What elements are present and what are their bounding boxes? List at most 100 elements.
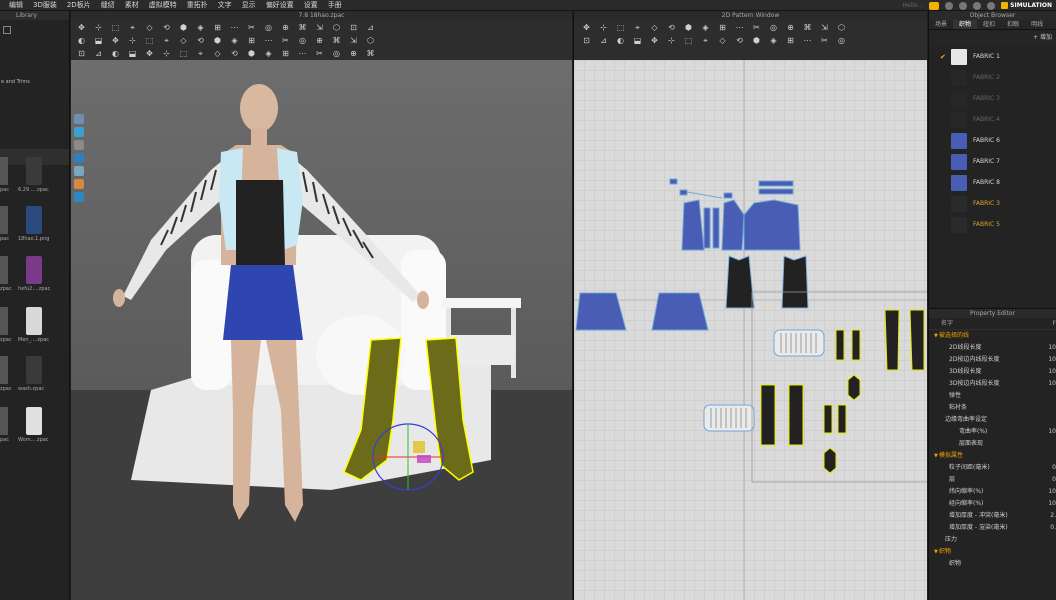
- texture-display-tool[interactable]: [74, 140, 84, 150]
- property-row[interactable]: 2D线段长度 10: [929, 342, 1056, 354]
- fabric-swatch[interactable]: [951, 132, 967, 149]
- pattern-piece[interactable]: [712, 207, 720, 249]
- user-icon[interactable]: [959, 1, 968, 10]
- property-value[interactable]: 2.: [1050, 510, 1056, 522]
- library-item-caption[interactable]: Wom....zpac: [18, 437, 49, 443]
- toolbar-tool[interactable]: ◎: [769, 23, 778, 32]
- library-item-caption[interactable]: pac: [0, 236, 9, 242]
- property-section[interactable]: ▼ 织物: [929, 546, 1056, 558]
- menu-item[interactable]: 文字: [213, 0, 237, 11]
- settings-icon[interactable]: [987, 1, 996, 10]
- property-value[interactable]: 10: [1048, 342, 1056, 354]
- property-row[interactable]: 纬向缩率(%) 10: [929, 486, 1056, 498]
- toolbar-tool[interactable]: ⋯: [230, 23, 239, 32]
- fabric-item[interactable]: FABRIC 7: [929, 151, 1056, 172]
- toolbar-tool[interactable]: ◐: [616, 36, 625, 45]
- toolbar-tool[interactable]: ⬢: [684, 23, 693, 32]
- pattern-piece[interactable]: [743, 199, 801, 251]
- library-item-thumbnail[interactable]: [26, 157, 42, 185]
- toolbar-tool[interactable]: ⬢: [752, 36, 761, 45]
- pattern-piece[interactable]: [909, 309, 925, 371]
- pattern-piece[interactable]: [681, 199, 705, 251]
- property-row[interactable]: 压力: [929, 534, 1056, 546]
- toolbar-tool[interactable]: ⊞: [786, 36, 795, 45]
- fabric-item[interactable]: FABRIC 6: [929, 130, 1056, 151]
- menu-item[interactable]: 显示: [237, 0, 261, 11]
- toolbar-tool[interactable]: ⟲: [230, 49, 239, 58]
- skin-display-tool[interactable]: [74, 166, 84, 176]
- toolbar-tool[interactable]: ⊞: [213, 23, 222, 32]
- library-item-thumbnail[interactable]: [0, 407, 8, 435]
- fabric-swatch[interactable]: [951, 90, 967, 107]
- toolbar-tool[interactable]: ⊕: [349, 49, 358, 58]
- library-item-caption[interactable]: 6.29 ....zpac: [18, 187, 49, 193]
- avatar-display-tool[interactable]: [74, 114, 84, 124]
- library-item-thumbnail[interactable]: [26, 307, 42, 335]
- property-value[interactable]: 10: [1048, 498, 1056, 510]
- toolbar-tool[interactable]: ⬡: [366, 36, 375, 45]
- menu-item[interactable]: 重拓扑: [182, 0, 213, 11]
- menu-item[interactable]: 2D板片: [62, 0, 96, 11]
- toolbar-tool[interactable]: ⋯: [735, 23, 744, 32]
- property-value[interactable]: 10: [1048, 354, 1056, 366]
- pattern-piece[interactable]: [703, 207, 711, 249]
- toolbar-tool[interactable]: ⊹: [128, 36, 137, 45]
- property-value[interactable]: 10: [1048, 486, 1056, 498]
- toolbar-tool[interactable]: ⌖: [128, 23, 137, 32]
- toolbar-tool[interactable]: ◈: [769, 36, 778, 45]
- toolbar-tool[interactable]: ◇: [213, 49, 222, 58]
- fabric-swatch[interactable]: [951, 174, 967, 191]
- toolbar-tool[interactable]: ◇: [718, 36, 727, 45]
- fabric-item[interactable]: FABRIC 2: [929, 67, 1056, 88]
- toolbar-tool[interactable]: ⬓: [633, 36, 642, 45]
- library-item-thumbnail[interactable]: [0, 256, 8, 284]
- tab-topstitch[interactable]: 明线: [1025, 20, 1049, 29]
- property-value[interactable]: 0: [1052, 474, 1056, 486]
- toolbar-tool[interactable]: ◐: [77, 36, 86, 45]
- fabric-item[interactable]: FABRIC 3: [929, 193, 1056, 214]
- toolbar-tool[interactable]: ⊡: [349, 23, 358, 32]
- fabric-swatch[interactable]: [951, 195, 967, 212]
- tab-fabric[interactable]: 织物: [953, 20, 978, 29]
- toolbar-tool[interactable]: ⌖: [196, 49, 205, 58]
- notification-badge[interactable]: [929, 1, 940, 10]
- toolbar-tool[interactable]: ⊹: [94, 23, 103, 32]
- toolbar-tool[interactable]: ⇲: [820, 23, 829, 32]
- toolbar-tool[interactable]: ◈: [264, 49, 273, 58]
- property-value[interactable]: 10: [1048, 378, 1056, 390]
- library-item-thumbnail[interactable]: [26, 356, 42, 384]
- menu-item[interactable]: 虚拟模特: [144, 0, 182, 11]
- pattern-piece[interactable]: [758, 180, 794, 187]
- pattern-piece[interactable]: [823, 447, 837, 474]
- library-item-caption[interactable]: hefu2....zpac: [18, 286, 50, 292]
- toolbar-tool[interactable]: ✂: [247, 23, 256, 32]
- property-row[interactable]: 边缘弯曲率设定: [929, 414, 1056, 426]
- toolbar-tool[interactable]: ⌘: [803, 23, 812, 32]
- toolbar-tool[interactable]: ⬡: [837, 23, 846, 32]
- fabric-swatch[interactable]: [951, 69, 967, 86]
- toolbar-tool[interactable]: ⊹: [667, 36, 676, 45]
- toolbar-tool[interactable]: ◎: [298, 36, 307, 45]
- menu-item[interactable]: 编辑: [4, 0, 28, 11]
- toolbar-tool[interactable]: ◐: [111, 49, 120, 58]
- toolbar-tool[interactable]: ⋯: [803, 36, 812, 45]
- property-row[interactable]: 3D按边内线段长度 10: [929, 378, 1056, 390]
- menu-item[interactable]: 设置: [299, 0, 323, 11]
- library-item-caption[interactable]: pac: [0, 187, 9, 193]
- toolbar-tool[interactable]: ⊞: [281, 49, 290, 58]
- toolbar-tool[interactable]: ✥: [77, 23, 86, 32]
- library-item-thumbnail[interactable]: [26, 206, 42, 234]
- toolbar-tool[interactable]: ✥: [650, 36, 659, 45]
- toolbar-tool[interactable]: ⊹: [162, 49, 171, 58]
- pattern-piece[interactable]: [837, 404, 847, 434]
- fabric-swatch[interactable]: [951, 153, 967, 170]
- toolbar-tool[interactable]: ⊕: [315, 36, 324, 45]
- toolbar-tool[interactable]: ⊞: [247, 36, 256, 45]
- property-section[interactable]: ▼ 被选择的线: [929, 330, 1056, 342]
- toolbar-tool[interactable]: ⟲: [735, 36, 744, 45]
- toolbar-tool[interactable]: ⊿: [599, 36, 608, 45]
- menu-item[interactable]: 偏好设置: [261, 0, 299, 11]
- folder-icon[interactable]: [3, 26, 11, 34]
- tab-button[interactable]: 纽扣: [977, 20, 1001, 29]
- pattern-piece[interactable]: [669, 178, 678, 185]
